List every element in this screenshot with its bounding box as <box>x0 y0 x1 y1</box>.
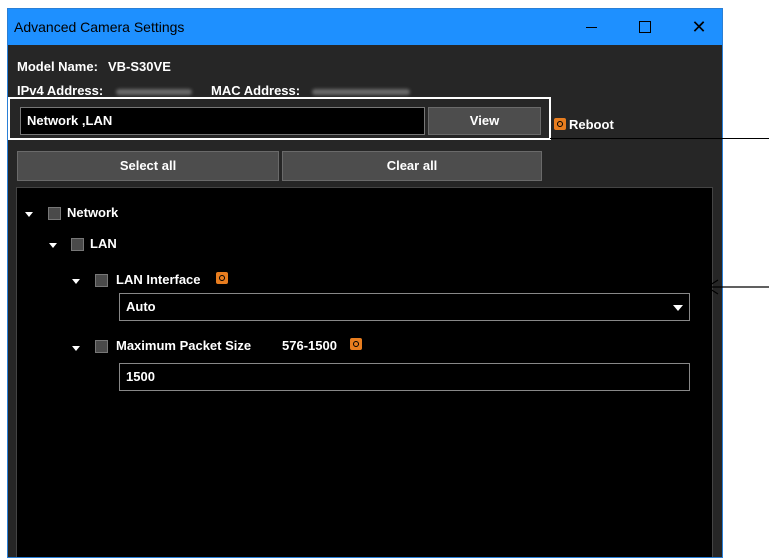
tree-item-max-packet-size[interactable]: Maximum Packet Size <box>116 338 251 353</box>
power-icon <box>216 272 228 284</box>
title-bar: Advanced Camera Settings ✕ <box>8 9 722 45</box>
minimize-button[interactable] <box>568 9 614 45</box>
close-icon: ✕ <box>691 17 707 37</box>
view-button[interactable]: View <box>428 107 541 135</box>
search-input[interactable]: Network ,LAN <box>20 107 425 135</box>
minimize-icon <box>586 27 597 28</box>
expand-lan-icon[interactable] <box>49 243 57 248</box>
tree-item-lan[interactable]: LAN <box>90 236 117 251</box>
expand-lan-interface-icon[interactable] <box>72 279 80 284</box>
chevron-down-icon <box>673 305 683 311</box>
expand-network-icon[interactable] <box>25 212 33 217</box>
network-checkbox[interactable] <box>48 207 61 220</box>
max-packet-size-input[interactable]: 1500 <box>119 363 690 391</box>
close-button[interactable]: ✕ <box>676 9 722 45</box>
clear-all-button[interactable]: Clear all <box>282 151 542 181</box>
max-packet-checkbox[interactable] <box>95 340 108 353</box>
maximize-button[interactable] <box>622 9 668 45</box>
lan-interface-checkbox[interactable] <box>95 274 108 287</box>
expand-max-packet-icon[interactable] <box>72 346 80 351</box>
tree-item-lan-interface[interactable]: LAN Interface <box>116 272 201 287</box>
mac-address-redacted <box>312 89 410 95</box>
mac-address-label: MAC Address: <box>211 83 301 98</box>
model-name-value: VB-S30VE <box>108 59 171 74</box>
maximize-icon <box>639 21 651 33</box>
ipv4-address-redacted <box>116 89 192 95</box>
lan-checkbox[interactable] <box>71 238 84 251</box>
power-icon <box>554 118 566 130</box>
lan-interface-select[interactable]: Auto <box>119 293 690 321</box>
advanced-camera-settings-window: Advanced Camera Settings ✕ Model Name: V… <box>7 8 723 558</box>
ipv4-address-label: IPv4 Address: <box>17 83 104 98</box>
model-name-label: Model Name: <box>17 59 98 74</box>
power-icon <box>350 338 362 350</box>
select-all-button[interactable]: Select all <box>17 151 279 181</box>
callout-arrow-icon <box>705 279 769 295</box>
lan-interface-selected-value: Auto <box>126 299 156 314</box>
tree-item-network[interactable]: Network <box>67 205 118 220</box>
window-title: Advanced Camera Settings <box>14 19 185 35</box>
reboot-label: Reboot <box>569 117 614 132</box>
max-packet-range: 576-1500 <box>282 338 337 353</box>
callout-line <box>550 138 769 139</box>
